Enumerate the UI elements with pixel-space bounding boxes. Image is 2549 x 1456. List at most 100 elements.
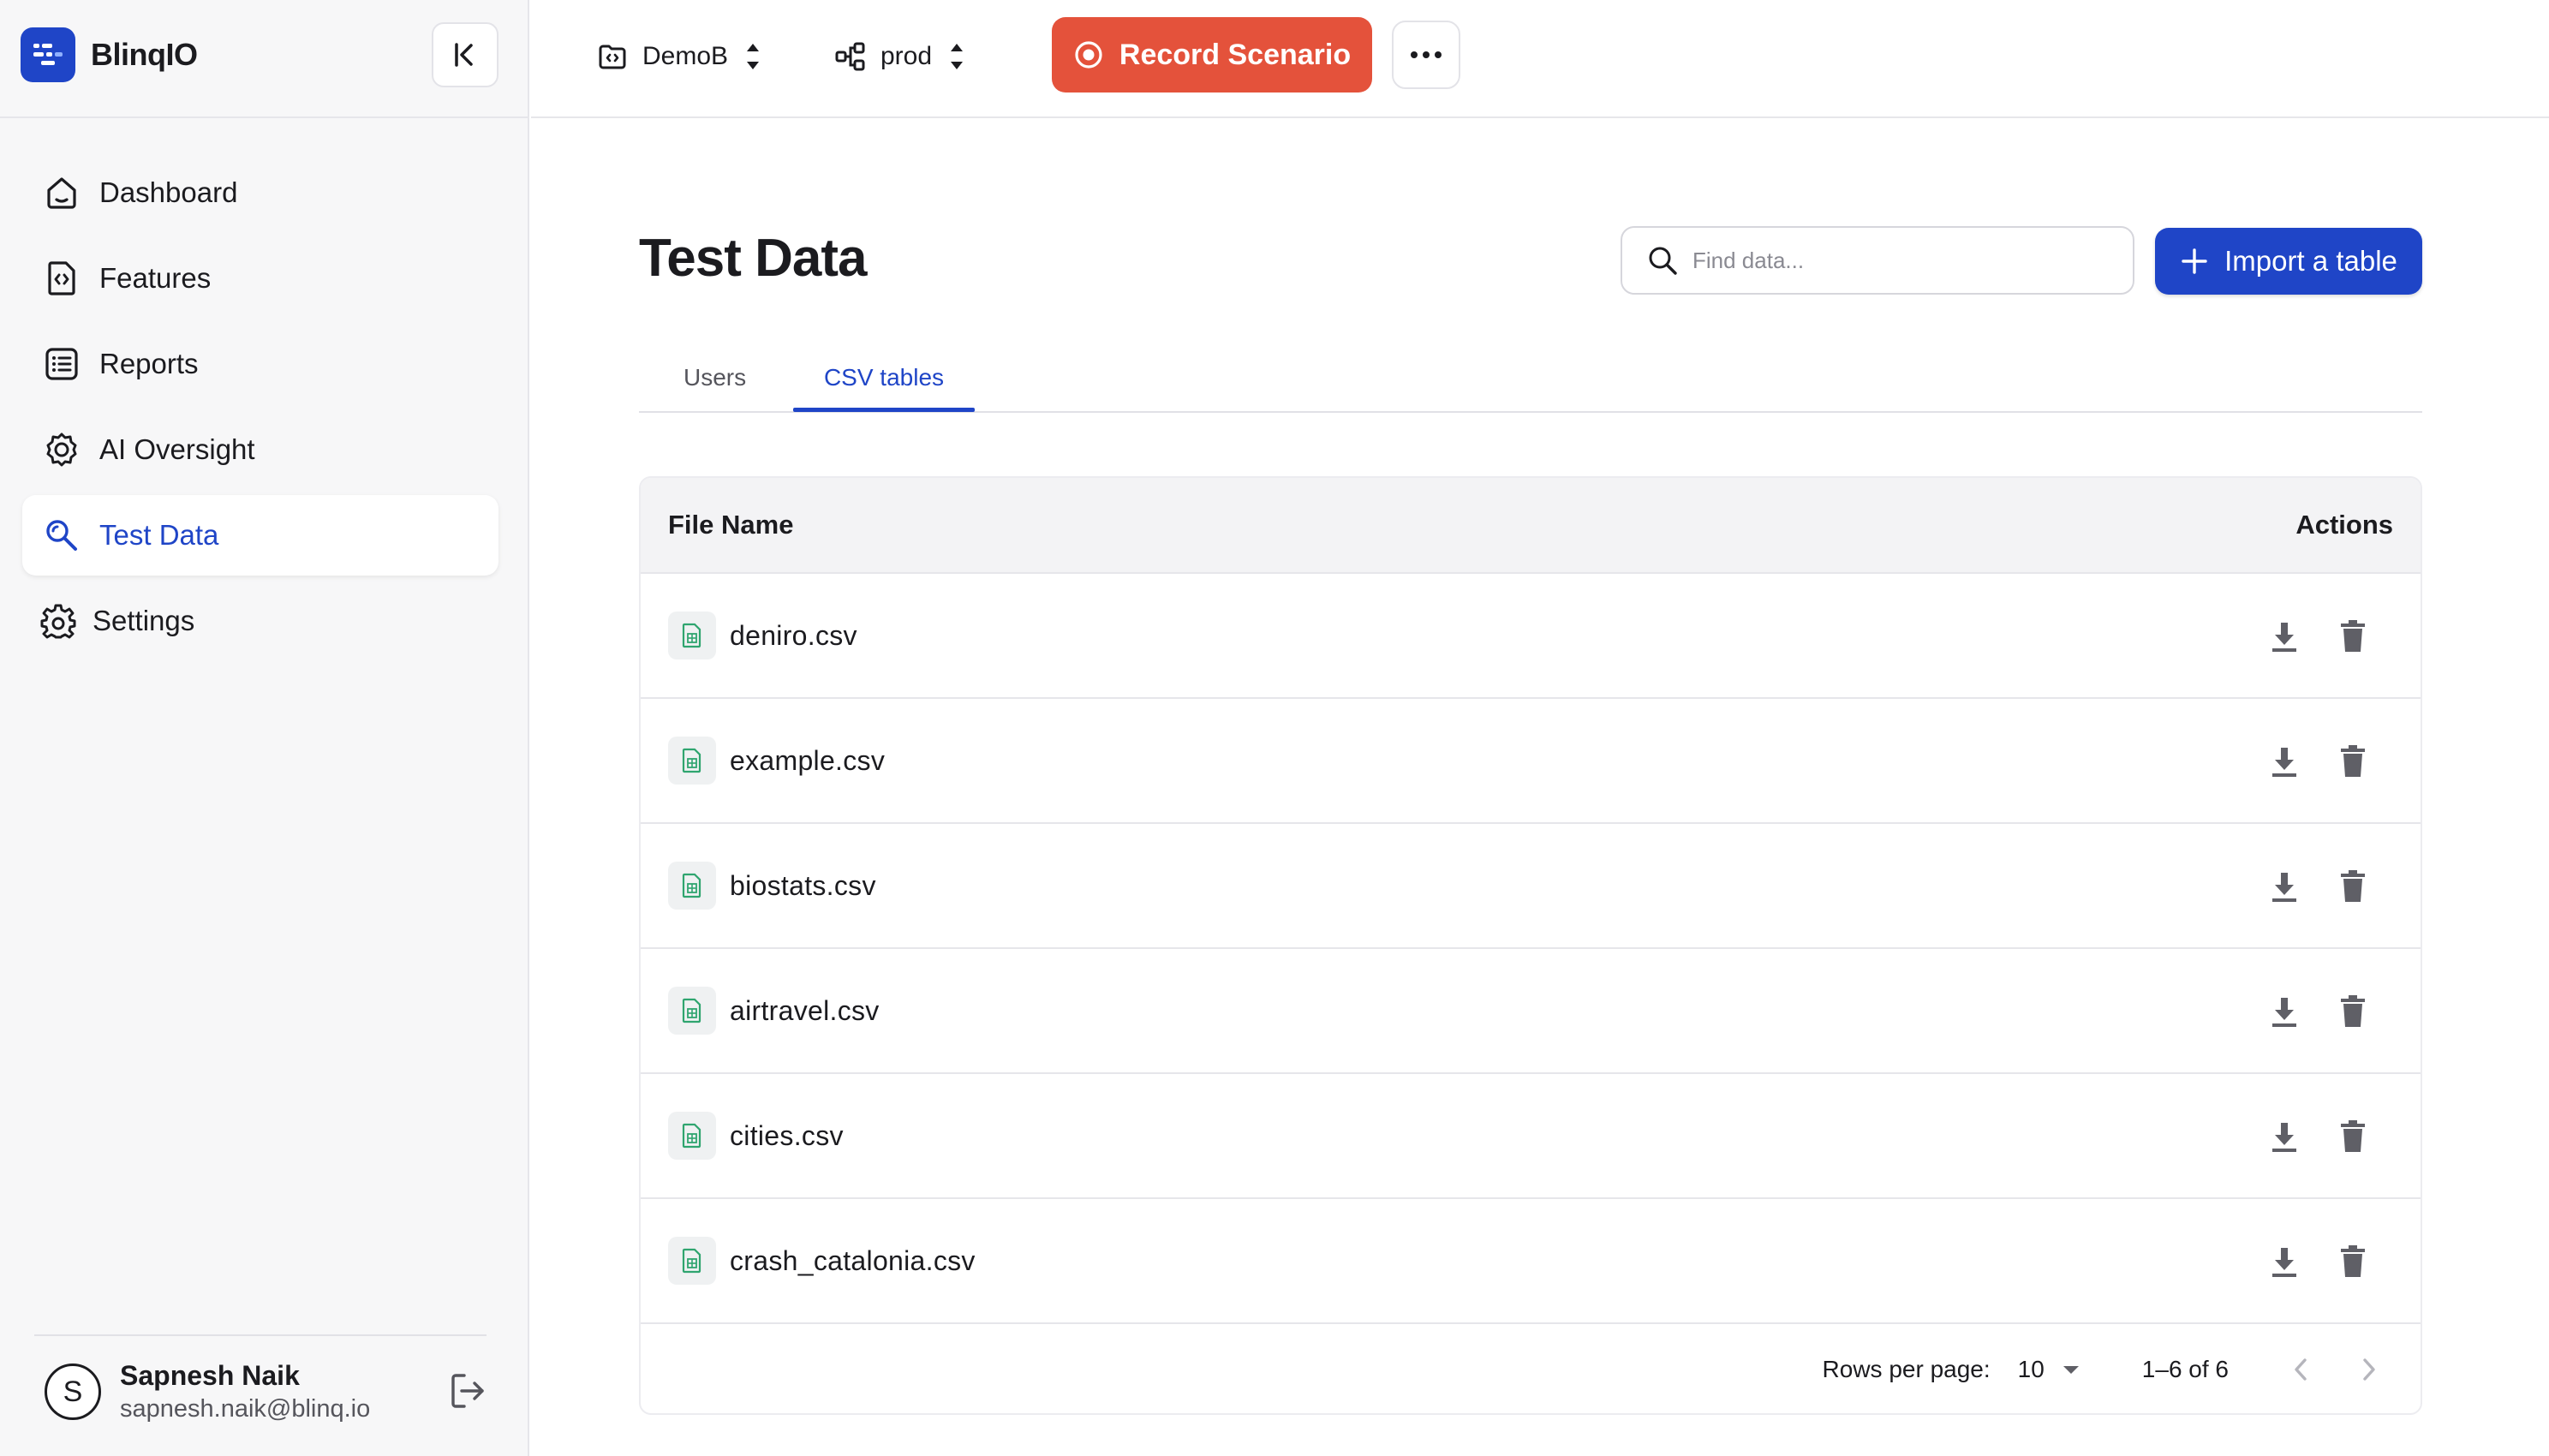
tab-bar: Users CSV tables bbox=[639, 343, 2422, 413]
file-name[interactable]: deniro.csv bbox=[730, 620, 857, 652]
csv-file-icon bbox=[668, 1237, 716, 1285]
project-selector[interactable]: DemoB bbox=[596, 33, 764, 81]
rows-per-page-value: 10 bbox=[2017, 1356, 2045, 1382]
download-icon[interactable] bbox=[2265, 1242, 2304, 1281]
record-icon bbox=[1075, 41, 1102, 69]
csv-file-icon bbox=[668, 987, 716, 1035]
import-table-button[interactable]: Import a table bbox=[2155, 228, 2422, 295]
logout-icon bbox=[451, 1374, 484, 1408]
delete-icon[interactable] bbox=[2333, 742, 2373, 781]
environment-nodes-icon bbox=[835, 42, 865, 71]
plus-icon bbox=[2182, 248, 2207, 274]
sidebar-divider bbox=[0, 116, 529, 118]
environment-selector[interactable]: prod bbox=[834, 33, 968, 81]
logout-button[interactable] bbox=[445, 1369, 490, 1413]
table-row: biostats.csv bbox=[641, 824, 2421, 949]
tab-csv-tables[interactable]: CSV tables bbox=[793, 343, 975, 413]
user-email: sapnesh.naik@blinq.io bbox=[120, 1395, 371, 1423]
sidebar-item-features[interactable]: Features bbox=[22, 238, 498, 319]
file-name[interactable]: biostats.csv bbox=[730, 870, 876, 902]
table-row: crash_catalonia.csv bbox=[641, 1199, 2421, 1324]
file-name[interactable]: airtravel.csv bbox=[730, 995, 880, 1027]
sidebar-item-label: Features bbox=[99, 262, 212, 294]
brand-name: BlinqIO bbox=[91, 37, 198, 72]
file-name[interactable]: cities.csv bbox=[730, 1120, 844, 1152]
user-divider bbox=[34, 1334, 487, 1336]
delete-icon[interactable] bbox=[2333, 1117, 2373, 1156]
download-icon[interactable] bbox=[2265, 992, 2304, 1031]
more-options-button[interactable] bbox=[1392, 21, 1460, 89]
delete-icon[interactable] bbox=[2333, 867, 2373, 906]
download-icon[interactable] bbox=[2265, 1117, 2304, 1156]
sort-chevrons-icon bbox=[951, 44, 964, 69]
project-folder-icon bbox=[599, 45, 626, 69]
sidebar-item-label: Dashboard bbox=[99, 176, 238, 208]
column-header-actions: Actions bbox=[2295, 510, 2393, 540]
environment-name: prod bbox=[881, 42, 933, 70]
csv-tables-table: File Name Actions deniro.csv example.csv… bbox=[639, 476, 2422, 1415]
gear-icon bbox=[39, 602, 77, 640]
sidebar-item-label: Settings bbox=[93, 605, 195, 636]
collapse-left-icon bbox=[455, 43, 473, 67]
cog-chip-icon bbox=[43, 431, 81, 468]
sidebar-item-dashboard[interactable]: Dashboard bbox=[22, 152, 498, 233]
search-data-icon bbox=[43, 516, 81, 554]
sidebar-item-ai-oversight[interactable]: AI Oversight bbox=[22, 409, 498, 490]
search-input[interactable] bbox=[1692, 247, 2121, 274]
feature-file-icon bbox=[43, 260, 81, 297]
blinqio-logo-icon bbox=[21, 27, 75, 82]
user-name: Sapnesh Naik bbox=[120, 1360, 300, 1391]
next-page-button[interactable] bbox=[2352, 1352, 2386, 1387]
sidebar-item-label: Reports bbox=[99, 348, 199, 379]
file-name[interactable]: example.csv bbox=[730, 745, 885, 777]
import-table-label: Import a table bbox=[2224, 245, 2397, 277]
delete-icon[interactable] bbox=[2333, 1242, 2373, 1281]
table-header: File Name Actions bbox=[641, 478, 2421, 574]
download-icon[interactable] bbox=[2265, 742, 2304, 781]
active-tab-indicator bbox=[793, 408, 975, 412]
top-bar: DemoB prod Record Scenario bbox=[531, 0, 2549, 118]
column-header-file-name: File Name bbox=[668, 510, 794, 540]
rows-per-page-select[interactable]: 10 bbox=[2018, 1356, 2080, 1383]
more-horizontal-icon bbox=[1411, 51, 1442, 58]
sidebar-item-settings[interactable]: Settings bbox=[22, 581, 498, 661]
csv-file-icon bbox=[668, 612, 716, 659]
brand[interactable]: BlinqIO bbox=[21, 27, 198, 82]
page-title: Test Data bbox=[639, 229, 867, 288]
sidebar-item-reports[interactable]: Reports bbox=[22, 324, 498, 404]
file-name[interactable]: crash_catalonia.csv bbox=[730, 1245, 976, 1277]
sidebar: BlinqIO Dashboard Features Reports AI Ov… bbox=[0, 0, 529, 1456]
list-icon bbox=[43, 345, 81, 383]
delete-icon[interactable] bbox=[2333, 992, 2373, 1031]
table-row: cities.csv bbox=[641, 1074, 2421, 1199]
tab-users[interactable]: Users bbox=[684, 343, 746, 413]
csv-file-icon bbox=[668, 862, 716, 910]
sidebar-nav: Dashboard Features Reports AI Oversight … bbox=[22, 152, 498, 666]
table-row: example.csv bbox=[641, 699, 2421, 824]
search-field[interactable] bbox=[1621, 226, 2134, 295]
previous-page-button[interactable] bbox=[2283, 1352, 2318, 1387]
table-row: airtravel.csv bbox=[641, 949, 2421, 1074]
sort-chevrons-icon bbox=[747, 44, 760, 69]
table-pagination: Rows per page: 10 1–6 of 6 bbox=[641, 1324, 2421, 1413]
download-icon[interactable] bbox=[2265, 617, 2304, 656]
user-profile[interactable]: S Sapnesh Naik sapnesh.naik@blinq.io bbox=[45, 1360, 370, 1423]
sidebar-item-label: AI Oversight bbox=[99, 433, 255, 465]
sidebar-item-test-data[interactable]: Test Data bbox=[22, 495, 498, 576]
record-scenario-label: Record Scenario bbox=[1119, 38, 1352, 71]
csv-file-icon bbox=[668, 737, 716, 785]
delete-icon[interactable] bbox=[2333, 617, 2373, 656]
record-scenario-button[interactable]: Record Scenario bbox=[1052, 17, 1372, 92]
avatar: S bbox=[45, 1364, 101, 1420]
download-icon[interactable] bbox=[2265, 867, 2304, 906]
sidebar-item-label: Test Data bbox=[99, 519, 219, 551]
chevron-left-icon bbox=[2295, 1358, 2307, 1381]
csv-file-icon bbox=[668, 1112, 716, 1160]
pagination-range: 1–6 of 6 bbox=[2141, 1356, 2229, 1382]
chevron-right-icon bbox=[2363, 1358, 2375, 1381]
project-name: DemoB bbox=[642, 42, 729, 70]
home-icon bbox=[43, 174, 81, 212]
caret-down-icon bbox=[2062, 1366, 2079, 1374]
collapse-sidebar-button[interactable] bbox=[432, 22, 498, 87]
search-icon bbox=[1649, 247, 1677, 275]
